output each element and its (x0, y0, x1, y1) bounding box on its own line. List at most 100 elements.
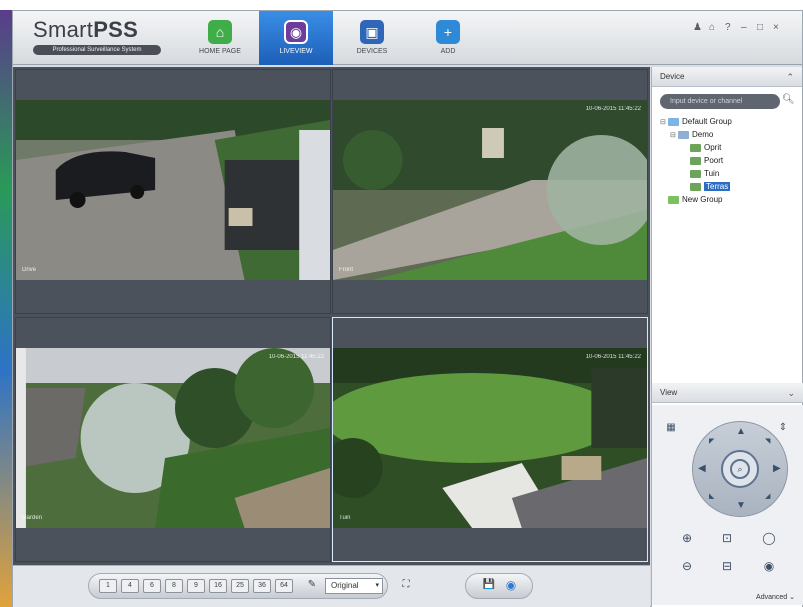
focus-near-icon[interactable]: ⊡ (718, 529, 736, 547)
arrow-down-icon[interactable]: ▼ (736, 500, 746, 511)
nav-tab-add[interactable]: + ADD (411, 11, 485, 65)
logo-suffix: PSS (93, 17, 139, 42)
nav-tab-liveview[interactable]: ◉ LIVEVIEW (259, 11, 333, 65)
view-panel-header[interactable]: View ⌄ (652, 383, 803, 403)
layout-8-button[interactable]: 8 (165, 579, 183, 593)
camera-feed-image (333, 100, 647, 280)
close-button[interactable]: × (773, 22, 779, 33)
tree-node-oprit[interactable]: Oprit (660, 141, 732, 154)
arrow-up-icon[interactable]: ▲ (736, 426, 746, 437)
video-toolbar: 1 4 6 8 9 16 25 36 64 ✎ Original ▾ ⛶ 💾 ◉ (13, 565, 650, 607)
plus-icon: + (436, 20, 460, 44)
chevron-down-icon: ⌄ (789, 594, 795, 601)
video-cell-2[interactable]: 10-06-2015 11:45:22 Front (332, 69, 648, 314)
grid-icon[interactable]: ▦ (662, 419, 680, 437)
fullscreen-icon[interactable]: ⛶ (397, 579, 415, 593)
lock-icon[interactable]: ⌂ (709, 22, 715, 33)
tree-node-demo[interactable]: ⊟ Demo (660, 128, 732, 141)
custom-layout-icon[interactable]: ✎ (303, 579, 321, 593)
camera-channel-icon (690, 156, 701, 165)
timestamp-overlay: 10-06-2015 11:45:22 (268, 354, 324, 360)
arrow-right-icon[interactable]: ▶ (773, 463, 781, 474)
video-cell-3[interactable]: 10-06-2015 11:45:22 Garden (15, 317, 331, 562)
camera-name-overlay: Tuin (339, 515, 351, 521)
chevron-down-icon[interactable]: ⌄ (787, 383, 795, 403)
arrow-up-left-icon[interactable]: ◤ (709, 437, 714, 445)
stream-type-select[interactable]: Original ▾ (325, 578, 383, 594)
tree-node-new-group[interactable]: New Group (660, 193, 732, 206)
camera-name-overlay: Front (339, 267, 354, 273)
smartpss-window: SmartPSS Professional Surveillance Syste… (12, 10, 803, 607)
help-icon[interactable]: ? (725, 22, 731, 33)
zoom-out-icon[interactable]: ⊖ (678, 557, 696, 575)
layout-16-button[interactable]: 16 (209, 579, 227, 593)
nav-tab-devices[interactable]: ▣ DEVICES (335, 11, 409, 65)
ptz-direction-pad: ▲ ▼ ◀ ▶ ◤ ◥ ◣ ◢ ⌕ (692, 421, 788, 517)
layout-4-button[interactable]: 4 (121, 579, 139, 593)
record-icon[interactable]: ◉ (502, 579, 520, 593)
chevron-up-icon[interactable]: ⌃ (786, 67, 794, 87)
advanced-label: Advanced (756, 594, 788, 601)
logo-prefix: Smart (33, 17, 94, 42)
iris-close-icon[interactable]: ◉ (760, 557, 778, 575)
ptz-center-button[interactable]: ⌕ (721, 450, 759, 488)
camera-channel-icon (690, 143, 701, 152)
tree-node-terras[interactable]: Terras (660, 180, 732, 193)
nav-tab-label: HOME PAGE (199, 48, 241, 55)
device-panel-header[interactable]: Device ⌃ (652, 67, 802, 87)
pin-icon[interactable]: ⇕ (774, 419, 792, 437)
ptz-control-panel: ▦ ⇕ ▲ ▼ ◀ ▶ ◤ ◥ ◣ ◢ ⌕ ⊕ ⊡ ◯ ⊖ ⊟ ◉ Advanc… (652, 405, 803, 605)
layout-button-group: 1 4 6 8 9 16 25 36 64 ✎ Original ▾ (88, 573, 388, 599)
device-icon (678, 130, 689, 139)
layout-6-button[interactable]: 6 (143, 579, 161, 593)
arrow-left-icon[interactable]: ◀ (698, 463, 706, 474)
tree-node-tuin[interactable]: Tuin (660, 167, 732, 180)
dropdown-arrow-icon: ▾ (375, 582, 379, 589)
nav-tab-label: DEVICES (356, 48, 388, 55)
layout-36-button[interactable]: 36 (253, 579, 271, 593)
maximize-button[interactable]: □ (757, 22, 763, 33)
device-tree: ⊟ Default Group ⊟ Demo Oprit Poort Tuin Te… (660, 115, 732, 206)
camera-icon: ◉ (284, 20, 308, 44)
arrow-up-right-icon[interactable]: ◥ (765, 437, 770, 445)
logo-text: SmartPSS (33, 17, 161, 43)
camera-feed-image (16, 100, 330, 280)
timestamp-overlay: 10-06-2015 11:45:22 (585, 106, 641, 112)
magnify-icon: ⌕ (730, 459, 750, 479)
search-icon[interactable]: 🔍︎ (782, 94, 796, 108)
tree-node-default-group[interactable]: ⊟ Default Group (660, 115, 732, 128)
background-strip (0, 10, 12, 607)
tree-node-poort[interactable]: Poort (660, 154, 732, 167)
focus-far-icon[interactable]: ⊟ (718, 557, 736, 575)
monitor-icon: ▣ (360, 20, 384, 44)
save-icon[interactable]: 💾 (480, 579, 498, 593)
app-logo: SmartPSS Professional Surveillance Syste… (33, 17, 161, 55)
arrow-down-left-icon[interactable]: ◣ (709, 492, 714, 500)
timestamp-overlay: 10-06-2015 11:45:22 (585, 354, 641, 360)
nav-tab-label: ADD (440, 48, 456, 55)
logo-subtitle: Professional Surveillance System (33, 45, 161, 55)
arrow-down-right-icon[interactable]: ◢ (765, 492, 770, 500)
video-cell-1[interactable]: Drive (15, 69, 331, 314)
advanced-link[interactable]: Advanced ⌄ (756, 593, 795, 601)
nav-tab-home-page[interactable]: ⌂ HOME PAGE (183, 11, 257, 65)
header-bar: SmartPSS Professional Surveillance Syste… (13, 11, 802, 65)
video-cell-4[interactable]: 10-06-2015 11:45:22 Tuin (332, 317, 648, 562)
minimize-button[interactable]: – (741, 22, 747, 33)
view-panel: View ⌄ (652, 383, 803, 403)
layout-64-button[interactable]: 64 (275, 579, 293, 593)
folder-icon (668, 195, 679, 204)
device-panel-title: Device (660, 72, 685, 81)
stream-type-value: Original (331, 581, 359, 590)
layout-9-button[interactable]: 9 (187, 579, 205, 593)
iris-open-icon[interactable]: ◯ (760, 529, 778, 547)
zoom-in-icon[interactable]: ⊕ (678, 529, 696, 547)
layout-25-button[interactable]: 25 (231, 579, 249, 593)
layout-1-button[interactable]: 1 (99, 579, 117, 593)
device-search-input[interactable]: Input device or channel (660, 94, 780, 109)
camera-channel-icon (690, 169, 701, 178)
view-panel-title: View (660, 388, 678, 397)
record-button-group: 💾 ◉ (465, 573, 533, 599)
folder-icon (668, 117, 679, 126)
user-icon[interactable]: ♟ (693, 22, 702, 33)
